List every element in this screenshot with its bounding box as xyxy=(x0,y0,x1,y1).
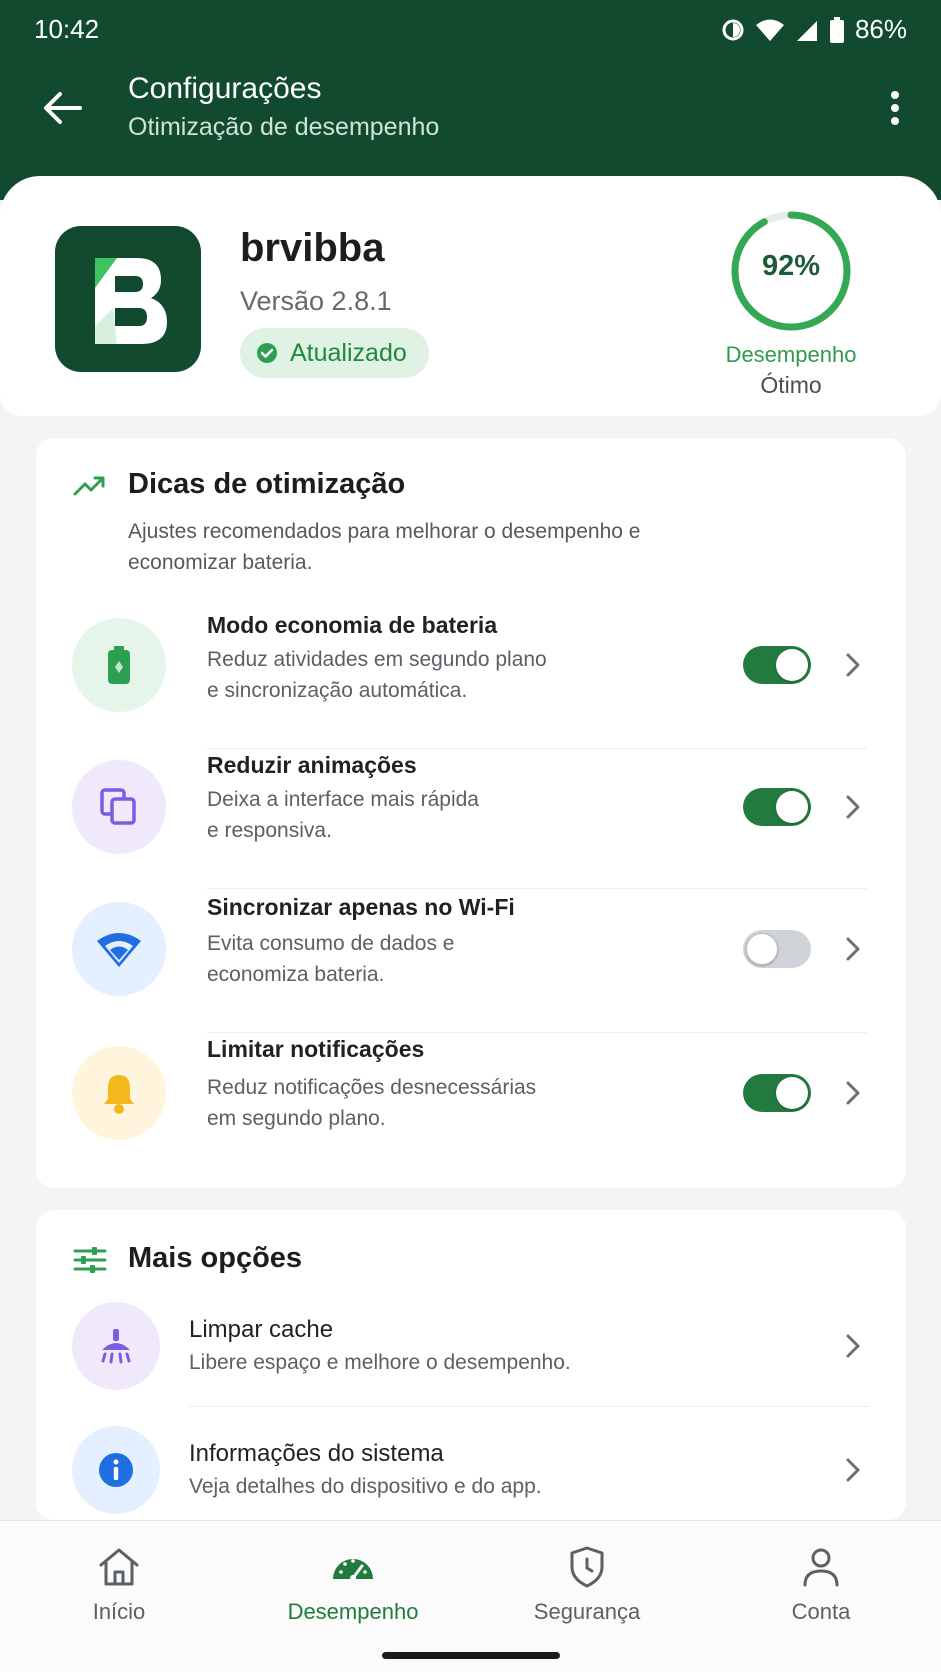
status-icons: 86% xyxy=(721,14,907,45)
home-icon xyxy=(99,1548,139,1586)
chevron-right-icon[interactable] xyxy=(844,1079,862,1107)
layers-icon xyxy=(72,760,166,854)
performance-status: Ótimo xyxy=(760,372,822,398)
tip-title: Reduzir animações xyxy=(207,752,417,778)
battery-status-icon xyxy=(829,16,844,43)
optimization-tips-card: Dicas de otimização Ajustes recomendados… xyxy=(36,438,906,1188)
shield-icon xyxy=(570,1546,604,1588)
app-name: brvibba xyxy=(240,226,385,270)
battery-percent: 86% xyxy=(854,14,907,44)
page-subtitle: Otimização de desempenho xyxy=(128,113,440,141)
signal-icon xyxy=(796,20,817,41)
badge-label: Atualizado xyxy=(290,338,407,367)
status-time: 10:42 xyxy=(34,14,100,44)
nav-item-account[interactable]: Conta xyxy=(721,1543,921,1625)
performance-value: 92% xyxy=(761,250,821,282)
tip-row-reduce-animations[interactable]: Reduzir animações Deixa a interface mais… xyxy=(36,738,906,878)
chevron-right-icon[interactable] xyxy=(844,935,862,963)
speedometer-icon xyxy=(333,1559,373,1581)
page-title: Configurações xyxy=(128,72,322,105)
status-bar: 10:42 86% xyxy=(34,14,907,44)
battery-icon xyxy=(72,618,166,712)
back-arrow-icon[interactable] xyxy=(40,88,84,128)
more-vert-icon[interactable] xyxy=(889,90,901,126)
home-indicator[interactable] xyxy=(382,1652,560,1659)
bottom-navigation: Início Desempenho Segurança Conta xyxy=(0,1520,941,1672)
top-app-bar: 10:42 86% Configurações Otimização de de… xyxy=(0,0,941,200)
status-badge: Atualizado xyxy=(240,328,429,378)
tip-description-line-2: economiza bateria. xyxy=(207,963,385,986)
tip-description-line-1: Reduz notificações desnecessárias xyxy=(207,1076,537,1099)
tip-title: Limitar notificações xyxy=(207,1036,425,1062)
tune-sliders-icon xyxy=(73,1247,107,1273)
limit-notifications-toggle[interactable] xyxy=(743,1074,811,1112)
reduce-animations-toggle[interactable] xyxy=(743,788,811,826)
option-description: Veja detalhes do dispositivo e do app. xyxy=(189,1475,542,1498)
check-circle-icon xyxy=(257,343,277,363)
trending-up-icon xyxy=(73,476,105,496)
tip-row-limit-notifications[interactable]: Limitar notificações Reduz notificações … xyxy=(36,1024,906,1164)
divider xyxy=(189,1406,869,1407)
nav-item-performance[interactable]: Desempenho xyxy=(253,1543,453,1625)
battery-saver-toggle[interactable] xyxy=(743,646,811,684)
more-options-title: Mais opções xyxy=(128,1242,303,1274)
wifi-sync-toggle[interactable] xyxy=(743,930,811,968)
tip-description-line-1: Evita consumo de dados e xyxy=(207,932,455,955)
more-options-card: Mais opções Limpar cache Libere espaço e… xyxy=(36,1210,906,1520)
person-icon xyxy=(803,1548,839,1587)
bell-icon xyxy=(72,1046,166,1140)
tip-title: Sincronizar apenas no Wi-Fi xyxy=(207,894,515,920)
broom-icon xyxy=(72,1302,160,1390)
nav-label: Início xyxy=(92,1599,146,1624)
app-version: Versão 2.8.1 xyxy=(240,286,392,316)
performance-label: Desempenho xyxy=(725,342,857,367)
nav-label: Conta xyxy=(791,1599,851,1624)
tip-description-line-1: Reduz atividades em segundo plano xyxy=(207,648,547,671)
nav-label: Segurança xyxy=(533,1599,641,1624)
option-row-clear-cache[interactable]: Limpar cache Libere espaço e melhore o d… xyxy=(36,1302,906,1412)
app-logo xyxy=(55,226,201,372)
wifi-status-icon xyxy=(755,19,784,41)
option-title: Informações do sistema xyxy=(189,1440,444,1467)
option-title: Limpar cache xyxy=(189,1316,334,1343)
nav-item-security[interactable]: Segurança xyxy=(487,1543,687,1625)
vpn-icon xyxy=(722,19,744,40)
tips-description: Ajustes recomendados para melhorar o des… xyxy=(128,520,641,574)
tips-title: Dicas de otimização xyxy=(128,468,406,500)
tip-description-line-2: em segundo plano. xyxy=(207,1107,386,1130)
brand-b-icon xyxy=(95,258,167,344)
tip-row-wifi-sync[interactable]: Sincronizar apenas no Wi-Fi Evita consum… xyxy=(36,880,906,1020)
chevron-right-icon[interactable] xyxy=(844,1332,862,1360)
tip-description-line-1: Deixa a interface mais rápida xyxy=(207,788,479,811)
app-info-card: brvibba Versão 2.8.1 Atualizado 92% Dese… xyxy=(0,176,941,416)
info-icon xyxy=(72,1426,160,1514)
nav-label: Desempenho xyxy=(287,1599,419,1624)
chevron-right-icon[interactable] xyxy=(844,793,862,821)
tip-row-battery-saver[interactable]: Modo economia de bateria Reduz atividade… xyxy=(36,598,906,738)
chevron-right-icon[interactable] xyxy=(844,1456,862,1484)
tip-description-line-2: e responsiva. xyxy=(207,819,332,842)
nav-item-home[interactable]: Início xyxy=(19,1543,219,1625)
option-description: Libere espaço e melhore o desempenho. xyxy=(189,1351,571,1374)
tip-title: Modo economia de bateria xyxy=(207,612,498,638)
wifi-icon xyxy=(72,902,166,996)
chevron-right-icon[interactable] xyxy=(844,651,862,679)
tip-description-line-2: e sincronização automática. xyxy=(207,679,468,702)
